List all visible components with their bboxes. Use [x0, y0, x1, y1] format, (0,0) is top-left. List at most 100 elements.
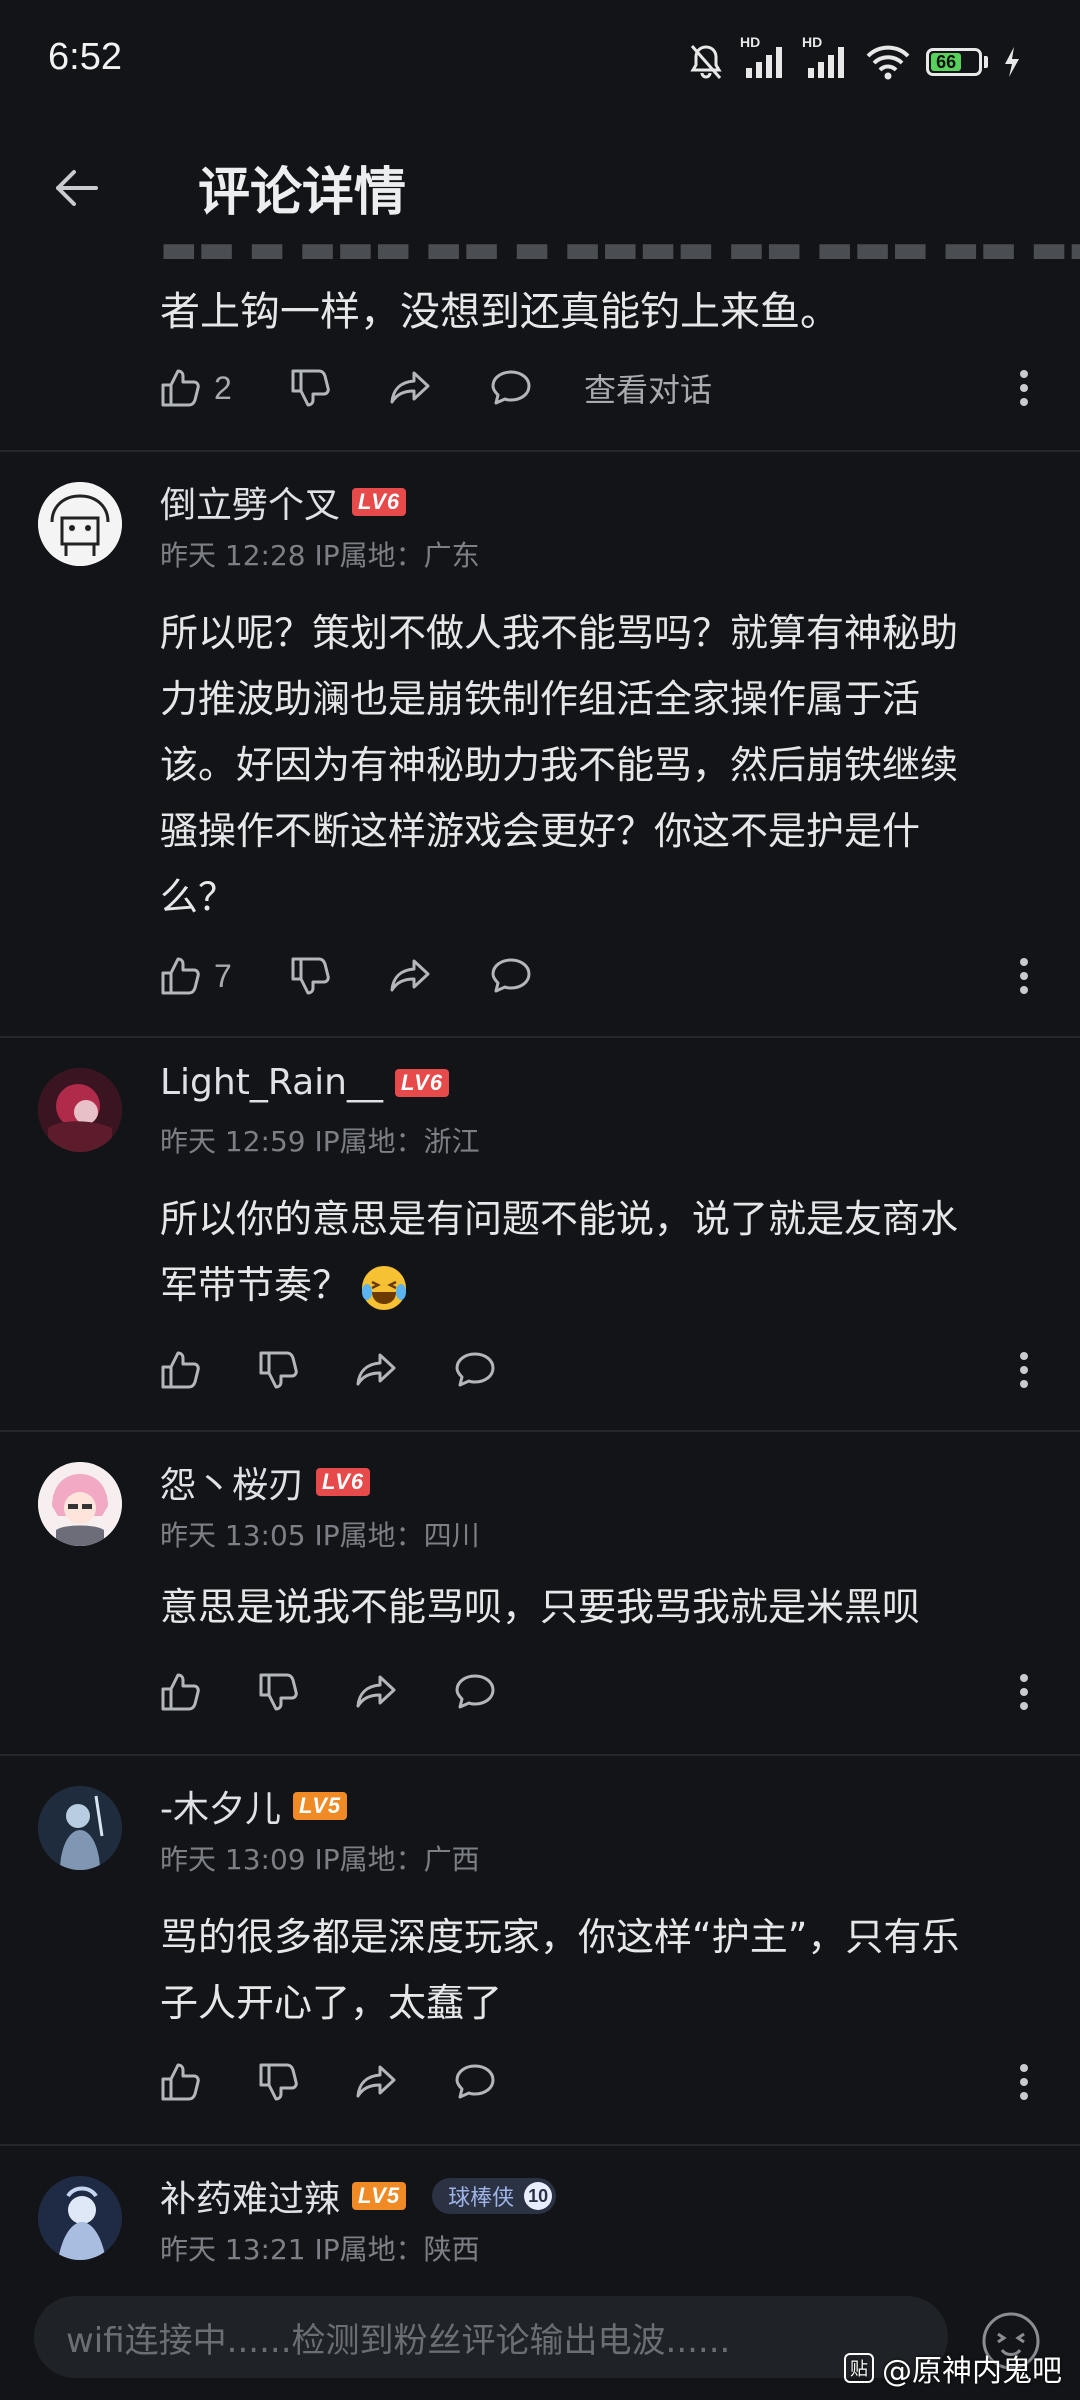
back-button[interactable]	[40, 152, 112, 224]
thumbs-up-icon	[161, 957, 200, 995]
share-arrow-icon	[356, 2065, 396, 2098]
share-button[interactable]	[354, 2052, 452, 2112]
laughing-tears-emoji-icon	[358, 1262, 410, 1314]
comment-ip: IP属地：陕西	[314, 2233, 480, 2266]
share-button[interactable]	[388, 358, 488, 418]
like-button[interactable]	[158, 1340, 256, 1400]
like-button[interactable]	[158, 2052, 256, 2112]
share-button[interactable]	[388, 946, 488, 1006]
thumbs-up-icon	[161, 2063, 200, 2101]
comment-text: 者上钩一样，没想到还真能钓上来鱼。	[160, 289, 840, 335]
comment-ip: IP属地：浙江	[314, 1125, 480, 1158]
faded-text-line: ▬▬ ▬ ▬▬▬ ▬▬ ▬ ▬▬▬▬ ▬▬ ▬▬▬ ▬▬ ▬▬	[160, 240, 1080, 272]
avatar[interactable]	[38, 1786, 122, 1870]
comment-text: 所以呢？策划不做人我不能骂吗？就算有神秘助 力推波助澜也是崩铁制作组活全家操作属…	[160, 611, 959, 919]
like-button[interactable]: 2	[158, 358, 288, 418]
reply-button[interactable]	[488, 946, 584, 1006]
share-button[interactable]	[354, 1662, 452, 1722]
comment-input[interactable]: wifi连接中......检测到粉丝评论输出电波......	[34, 2296, 948, 2378]
more-options-button[interactable]	[1004, 2052, 1044, 2112]
view-conversation-link[interactable]: 查看对话	[584, 358, 712, 418]
comment-actions	[158, 1340, 1048, 1400]
username-row: Light_Rain__ LV6	[160, 1062, 450, 1103]
comment-ip: IP属地：四川	[314, 1519, 480, 1552]
more-options-button[interactable]	[1004, 1340, 1044, 1400]
thumbs-down-icon	[291, 957, 330, 995]
like-button[interactable]: 7	[158, 946, 288, 1006]
share-button[interactable]	[354, 1340, 452, 1400]
reply-button[interactable]	[452, 2052, 548, 2112]
watermark: 贴 @原神内鬼吧	[844, 2346, 1062, 2390]
comment-list[interactable]: ▬▬ ▬ ▬▬▬ ▬▬ ▬ ▬▬▬▬ ▬▬ ▬▬▬ ▬▬ ▬▬ 者上钩一样，没想…	[0, 240, 1080, 2270]
speech-bubble-icon	[455, 2064, 495, 2099]
dislike-button[interactable]	[256, 1340, 354, 1400]
fan-badge[interactable]: 球棒侠 10	[432, 2178, 557, 2214]
battery-level: 66	[931, 52, 962, 72]
comment-meta: 昨天 12:28 IP属地：广东	[160, 534, 480, 574]
header: 评论详情	[0, 130, 1080, 240]
avatar[interactable]	[38, 2176, 122, 2260]
thumbs-up-icon	[161, 1351, 200, 1389]
share-arrow-icon	[390, 959, 430, 992]
more-options-button[interactable]	[1004, 946, 1044, 1006]
dislike-button[interactable]	[288, 946, 388, 1006]
username[interactable]: 倒立劈个叉	[160, 476, 340, 528]
username-row: 怨丶桜刃 LV6	[160, 1456, 371, 1508]
status-bar: 6:52 HD HD 66	[0, 0, 1080, 130]
comment-item: 补药难过辣 LV5 球棒侠 10 昨天 13:21 IP属地：陕西	[0, 2144, 1080, 2270]
share-arrow-icon	[356, 1675, 396, 1708]
status-time: 6:52	[48, 36, 122, 78]
comment-actions: 7	[158, 946, 1048, 1006]
dislike-button[interactable]	[288, 358, 388, 418]
like-count: 7	[214, 957, 232, 994]
wifi-icon	[864, 42, 912, 82]
more-vertical-icon	[1020, 2064, 1028, 2100]
level-badge: LV6	[316, 1468, 371, 1496]
dislike-button[interactable]	[256, 1662, 354, 1722]
thumbs-up-icon	[161, 1673, 200, 1711]
avatar[interactable]	[38, 1068, 122, 1152]
comment-text: 意思是说我不能骂呗，只要我骂我就是米黑呗	[160, 1585, 921, 1629]
level-badge: LV5	[293, 1792, 348, 1820]
reply-button[interactable]	[452, 1662, 548, 1722]
username[interactable]: Light_Rain__	[160, 1062, 383, 1103]
more-vertical-icon	[1020, 958, 1028, 994]
comment-time: 昨天 12:28	[160, 539, 306, 572]
comment-item: Light_Rain__ LV6 昨天 12:59 IP属地：浙江 所以你的意思…	[0, 1036, 1080, 1432]
reply-button[interactable]	[488, 358, 584, 418]
charging-icon	[1002, 45, 1022, 79]
more-vertical-icon	[1020, 370, 1028, 406]
thumbs-down-icon	[291, 369, 330, 407]
comment-time: 昨天 13:09	[160, 1843, 306, 1876]
share-arrow-icon	[390, 371, 430, 404]
thumbs-down-icon	[259, 1351, 298, 1389]
username[interactable]: 怨丶桜刃	[160, 1456, 304, 1508]
share-arrow-icon	[356, 1353, 396, 1386]
comment-text: 骂的很多都是深度玩家，你这样“护主”，只有乐 子人开心了，太蠢了	[160, 1915, 960, 2025]
signal-icon-1: HD	[740, 34, 788, 82]
more-options-button[interactable]	[1004, 1662, 1044, 1722]
comment-actions: 2 查看对话	[158, 358, 1048, 418]
level-badge: LV6	[352, 488, 407, 516]
watermark-text: @原神内鬼吧	[882, 2354, 1062, 2389]
speech-bubble-icon	[491, 370, 531, 405]
comment-item: 倒立劈个叉 LV6 昨天 12:28 IP属地：广东 所以呢？策划不做人我不能骂…	[0, 450, 1080, 1038]
username[interactable]: -木夕儿	[160, 1780, 281, 1832]
comment-meta: 昨天 13:05 IP属地：四川	[160, 1514, 480, 1554]
more-options-button[interactable]	[1004, 358, 1044, 418]
avatar[interactable]	[38, 1462, 122, 1546]
comment-text: 所以你的意思是有问题不能说，说了就是友商水 军带节奏？	[160, 1186, 1030, 1318]
dislike-button[interactable]	[256, 2052, 354, 2112]
reply-button[interactable]	[452, 1340, 548, 1400]
like-button[interactable]	[158, 1662, 256, 1722]
username-row: 补药难过辣 LV5 球棒侠 10	[160, 2170, 557, 2222]
more-vertical-icon	[1020, 1352, 1028, 1388]
username-row: -木夕儿 LV5	[160, 1780, 348, 1832]
comment-meta: 昨天 12:59 IP属地：浙江	[160, 1120, 480, 1160]
username[interactable]: 补药难过辣	[160, 2170, 340, 2222]
comment-actions	[158, 1662, 1048, 1722]
fan-badge-level: 10	[524, 2182, 553, 2210]
avatar[interactable]	[38, 482, 122, 566]
comment-meta: 昨天 13:21 IP属地：陕西	[160, 2228, 480, 2268]
comment-item: -木夕儿 LV5 昨天 13:09 IP属地：广西 骂的很多都是深度玩家，你这样…	[0, 1754, 1080, 2146]
